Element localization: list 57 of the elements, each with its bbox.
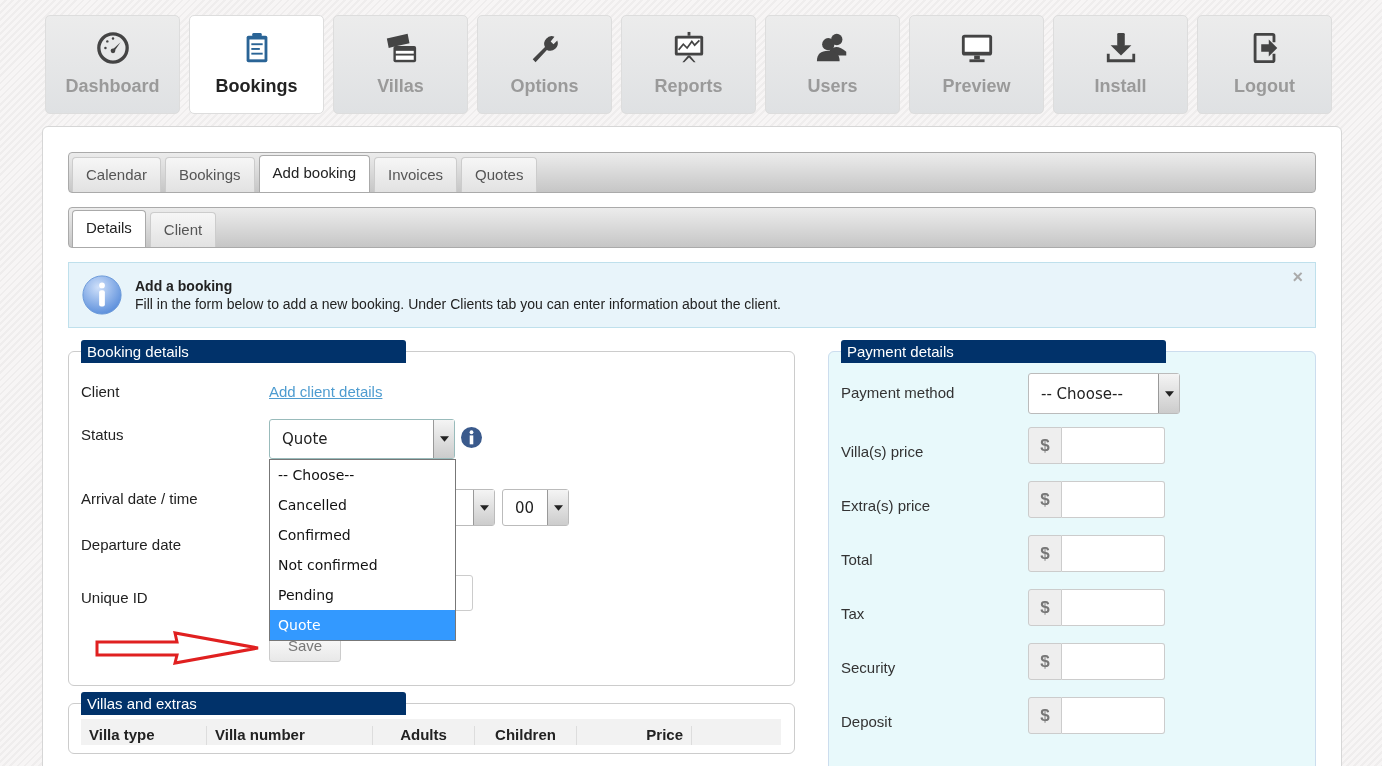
column-header: Price — [577, 726, 692, 745]
tab[interactable]: Client — [149, 212, 217, 247]
field-label: Extra(s) price — [841, 496, 932, 516]
dropdown-option[interactable]: -- Choose-- — [270, 460, 455, 490]
status-select[interactable]: Quote — [269, 419, 455, 459]
info-icon — [81, 274, 123, 316]
tab[interactable]: Bookings — [164, 157, 255, 192]
field-label: Total — [841, 550, 874, 570]
caret-icon — [1164, 390, 1174, 397]
amount-field[interactable] — [1062, 535, 1165, 572]
tab[interactable]: Details — [72, 210, 146, 247]
currency-addon: $ — [1028, 643, 1062, 680]
column-header: Villa type — [81, 726, 207, 745]
field-label: Status — [81, 425, 125, 445]
amount-field[interactable] — [1062, 643, 1165, 680]
tab[interactable]: Calendar — [72, 157, 161, 192]
field-label: Tax — [841, 604, 866, 624]
dropdown-option[interactable]: Not confirmed — [270, 550, 455, 580]
payment-method-select[interactable]: -- Choose-- — [1028, 373, 1180, 414]
field-label: Villa(s) price — [841, 442, 925, 462]
currency-addon: $ — [1028, 481, 1062, 518]
notice-text: Fill in the form below to add a new booking. Under Clients tab you can enter information about the client. — [135, 296, 781, 312]
amount-field[interactable] — [1062, 427, 1165, 464]
column-header: Children — [475, 726, 577, 745]
dropdown-option[interactable]: Pending — [270, 580, 455, 610]
field-label: Payment method — [841, 383, 956, 403]
caret-icon — [479, 504, 489, 511]
currency-addon: $ — [1028, 427, 1062, 464]
column-header: Villa number — [207, 726, 373, 745]
tab[interactable]: Invoices — [374, 157, 458, 192]
amount-field[interactable] — [1062, 697, 1165, 734]
tab[interactable]: Quotes — [461, 157, 538, 192]
currency-addon: $ — [1028, 697, 1062, 734]
amount-field[interactable] — [1062, 481, 1165, 518]
info-icon[interactable] — [461, 427, 482, 448]
section-heading: Villas and extras — [81, 692, 406, 715]
notice-title: Add a booking — [135, 278, 234, 294]
dropdown-option[interactable]: Confirmed — [270, 520, 455, 550]
section-heading: Booking details — [81, 340, 406, 363]
field-label: Security — [841, 658, 897, 678]
field-label: Client — [81, 382, 121, 402]
minute-select[interactable]: 00 — [502, 489, 569, 526]
field-label: Unique ID — [81, 588, 149, 608]
caret-icon — [553, 504, 563, 511]
dropdown-option[interactable]: Cancelled — [270, 490, 455, 520]
currency-addon: $ — [1028, 589, 1062, 626]
column-header: Adults — [373, 726, 475, 745]
tab[interactable]: Add booking — [258, 155, 370, 192]
field-label: Deposit — [841, 712, 893, 732]
currency-addon: $ — [1028, 535, 1062, 572]
nav-tile[interactable]: Bookings — [189, 15, 324, 114]
amount-field[interactable] — [1062, 589, 1165, 626]
section-heading: Payment details — [841, 340, 1166, 363]
dashboard-gauge-icon — [95, 31, 130, 65]
field-label: Departure date — [81, 535, 183, 555]
caret-icon — [439, 436, 449, 442]
field-label: Arrival date / time — [81, 489, 199, 509]
